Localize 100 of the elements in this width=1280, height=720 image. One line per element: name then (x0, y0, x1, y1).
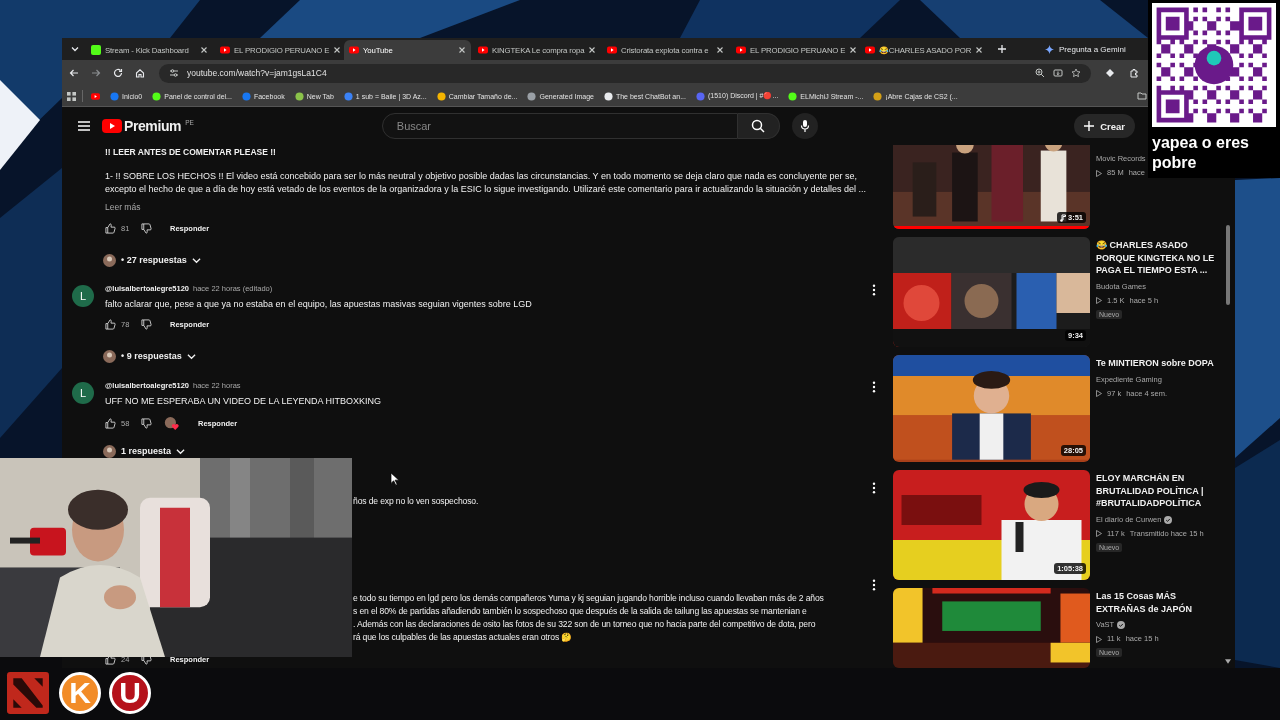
create-button[interactable]: Crear (1074, 114, 1135, 138)
qr-caption: yapea o eres pobre (1152, 133, 1250, 173)
read-more-link[interactable]: Leer más (105, 201, 141, 213)
search-field[interactable]: Buscar (381, 113, 738, 139)
avatar-icon (103, 444, 116, 458)
site-icon (873, 91, 883, 101)
microphone-icon (799, 119, 810, 133)
avatar[interactable]: L (72, 285, 94, 307)
search-icon (751, 119, 766, 133)
video-title[interactable]: Te MINTIERON sobre DOPA (1096, 357, 1214, 370)
replies-toggle[interactable]: • 9 respuestas (103, 348, 196, 364)
music-note-icon (1060, 213, 1066, 222)
close-icon[interactable] (716, 46, 724, 54)
avatar-icon (103, 253, 116, 267)
thumbs-up-icon[interactable] (105, 417, 116, 429)
play-icon (1096, 635, 1102, 643)
more-options-icon[interactable] (872, 579, 876, 591)
reload-icon (113, 68, 123, 78)
game-logo-icon[interactable] (5, 672, 51, 714)
comment-text: rá que los culpables de las apuestas actuales eran otros 🤔 (353, 631, 574, 644)
thumbs-up-icon[interactable] (105, 318, 116, 330)
video-title[interactable]: 😂 CHARLES ASADO PORQUE KINGTEKA NO LE PAGA EL TIEMPO ESTA ... (1096, 239, 1223, 277)
site-icon (436, 91, 446, 101)
arrow-right-icon (91, 68, 101, 78)
folder-icon[interactable] (1137, 91, 1147, 101)
play-icon (736, 45, 746, 55)
play-icon (865, 45, 875, 55)
chevron-down-icon (176, 446, 186, 456)
video-title[interactable]: Las 15 Cosas MÁS EXTRAÑAS de JAPÓN (1096, 590, 1223, 615)
site-icon (294, 91, 304, 101)
verified-icon (1164, 515, 1173, 524)
site-icon (696, 91, 705, 101)
puzzle-icon[interactable] (1129, 68, 1139, 78)
replies-toggle[interactable]: 1 respuesta (103, 443, 186, 459)
play-icon (1096, 169, 1102, 177)
scrollbar-thumb[interactable] (1226, 225, 1230, 305)
microphone-button[interactable] (791, 113, 818, 139)
sparkle-icon (1045, 44, 1054, 54)
comment-text: e todo su tiempo en lgd pero los demás compañeros Yuma y kj seguian jugando horrible incluso cuando llevaban más de 2 años (353, 592, 825, 605)
play-icon (349, 45, 359, 55)
close-icon[interactable] (588, 46, 597, 54)
install-icon[interactable] (1053, 68, 1063, 78)
arrow-left-icon (69, 68, 79, 78)
thumbs-up-icon[interactable] (105, 222, 116, 234)
avatar[interactable]: L (72, 382, 94, 404)
tune-icon[interactable] (169, 68, 179, 78)
chevron-down-icon (186, 351, 196, 361)
site-icon (152, 91, 162, 101)
comment-text: s en el 80% de partidas añadiendo también lo sospechoso que después de la salida de tailung las apuestas se mantenian e (353, 605, 808, 618)
menu-icon[interactable] (78, 121, 90, 131)
close-icon[interactable] (975, 46, 984, 54)
creator-heart-icon (164, 415, 180, 431)
more-options-icon[interactable] (872, 482, 876, 494)
apps-icon[interactable] (67, 91, 76, 101)
search-button[interactable] (737, 113, 780, 139)
video-title[interactable]: ELOY MARCHÁN EN BRUTALIDAD POLÍTICA | #BRUTALIDADPOLÍTICA (1096, 472, 1223, 510)
square-icon (91, 45, 101, 55)
zoom-icon[interactable] (1035, 68, 1045, 78)
comment-text: UFF NO ME ESPERABA UN VIDEO DE LA LEYENDA HITBOXKING (105, 395, 383, 408)
chevron-down-icon (71, 45, 79, 53)
site-icon (788, 91, 798, 101)
play-icon (1096, 297, 1102, 304)
star-icon[interactable] (1071, 68, 1081, 78)
avatar-icon (103, 349, 116, 363)
comment-text: ños de exp no lo ven sospechoso. (353, 495, 480, 508)
site-icon (527, 91, 537, 101)
comment-text: falto aclarar que, pese a que ya no estaba en el equipo, las apuestas masivas seguian vigentes sobre LGD (105, 298, 533, 311)
comment-text: 1- !! SOBRE LOS HECHOS !! El video está concebido para ser lo más neutral y objetivo posible dadas las circunstancias. Y en todo momento se deja claro que nada es concluyente per se, excepto el hecho de que a día de hoy está vetado de los eventos de la organizadora y la ESIC lo sigue investigando. Utilizaré este comentario para ir actualizando la situación y detalles del ... (105, 170, 867, 196)
more-options-icon[interactable] (872, 381, 876, 393)
extension-icon[interactable] (1105, 68, 1115, 78)
play-icon (102, 119, 122, 133)
verified-icon (1117, 621, 1126, 629)
play-icon (91, 91, 100, 101)
scroll-down-icon[interactable] (1225, 659, 1231, 664)
address-bar[interactable]: youtube.com/watch?v=jam1gsLa1C4 (159, 63, 1091, 83)
site-icon (603, 91, 613, 101)
play-icon (220, 45, 230, 55)
close-icon[interactable] (200, 46, 208, 54)
thumbs-down-icon[interactable] (141, 318, 152, 330)
comment-heading: !! LEER ANTES DE COMENTAR PLEASE !! (105, 146, 277, 158)
play-icon (607, 45, 617, 55)
home-icon (135, 68, 145, 78)
thumbs-down-icon[interactable] (141, 222, 152, 234)
play-icon (478, 45, 488, 55)
site-icon (241, 91, 251, 101)
close-icon[interactable] (849, 46, 858, 54)
chevron-down-icon (191, 255, 201, 265)
play-icon (1096, 390, 1102, 397)
site-icon (110, 91, 119, 101)
play-icon (1096, 530, 1102, 537)
plus-icon[interactable] (997, 44, 1007, 54)
site-icon (343, 91, 353, 101)
gemini-button[interactable]: Pregunta a Gemini (1039, 41, 1132, 57)
comment-text: . Además con las declaraciones de osito las fotos de su 322 son de un torneo que no hacia parte del competitivo de dota, pero (353, 618, 817, 631)
cursor-icon (390, 472, 399, 486)
close-icon[interactable] (458, 46, 466, 54)
more-options-icon[interactable] (872, 284, 876, 296)
thumbs-down-icon[interactable] (141, 417, 152, 429)
replies-toggle[interactable]: • 27 respuestas (103, 252, 201, 268)
close-icon[interactable] (333, 46, 342, 54)
